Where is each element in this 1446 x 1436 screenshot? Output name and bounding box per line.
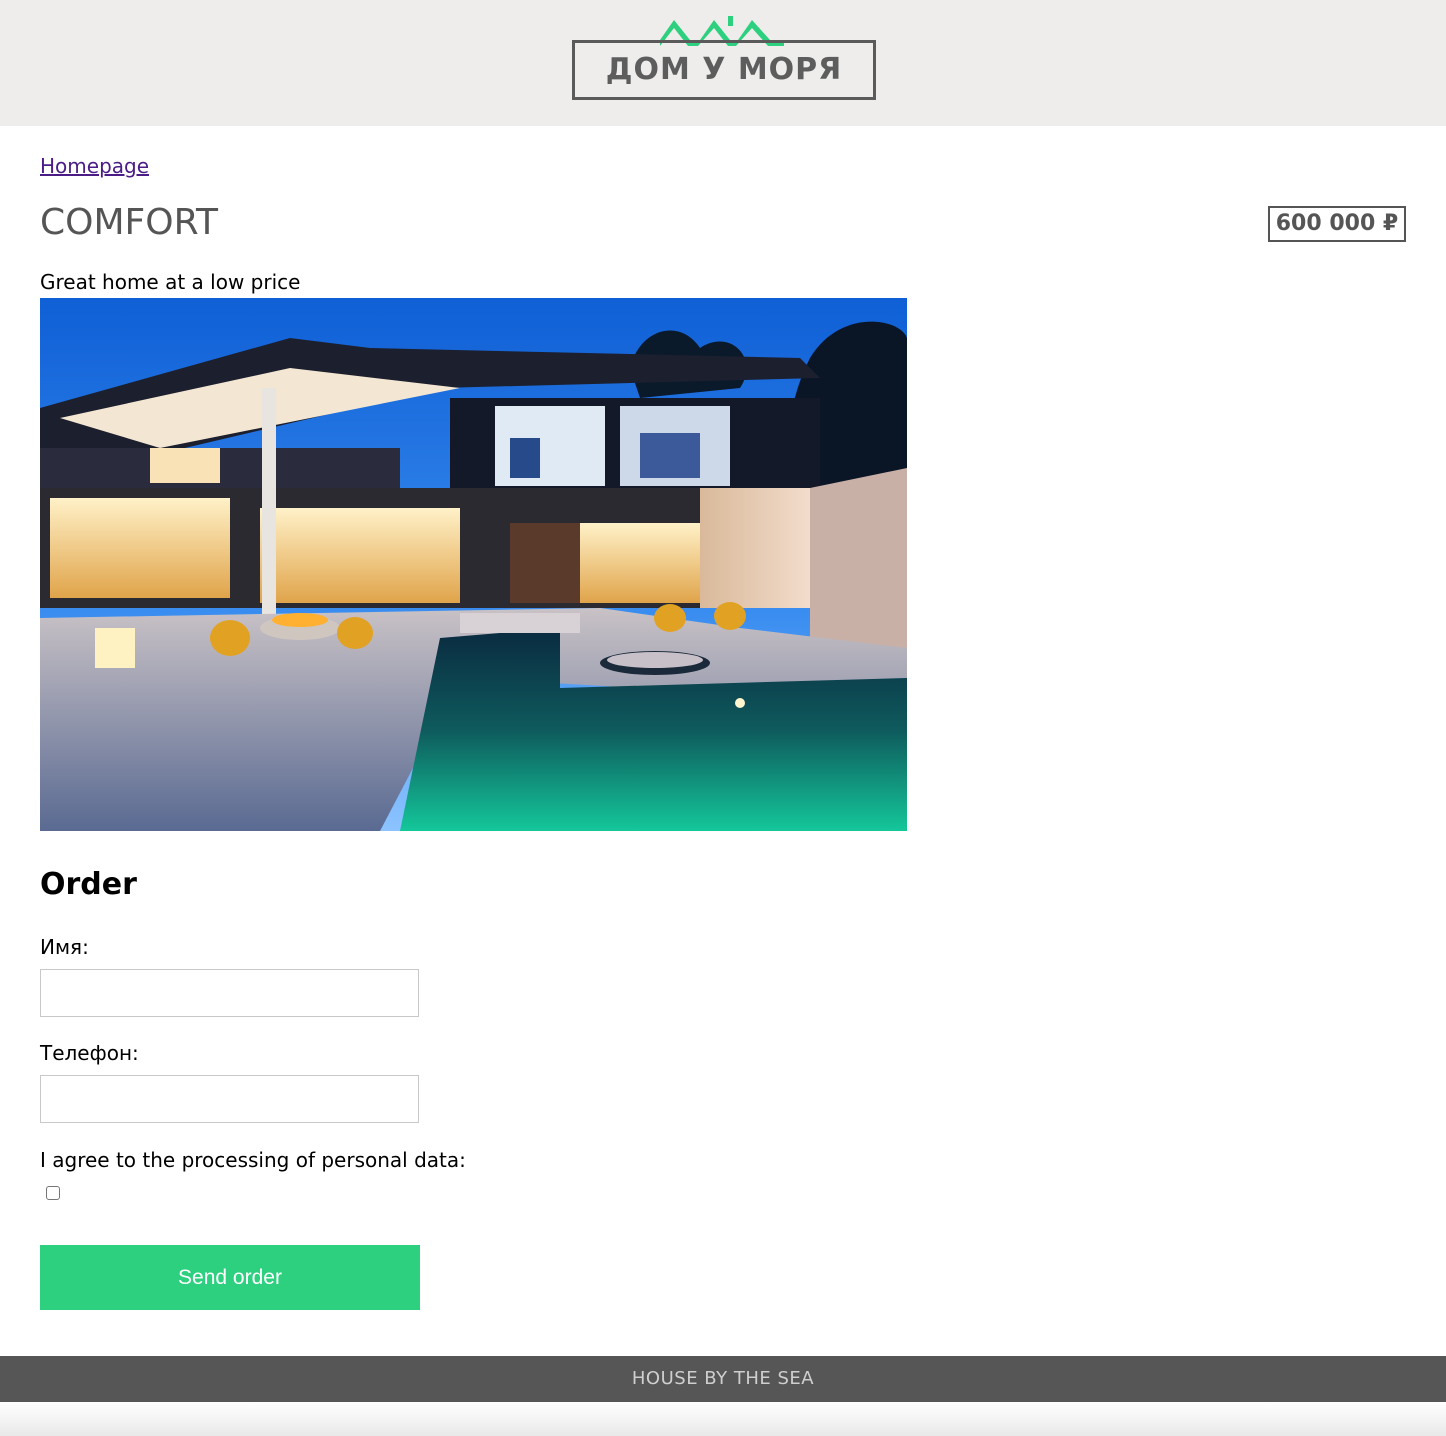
site-header: ДОМ У МОРЯ [0, 0, 1446, 126]
price-badge: 600 000 ₽ [1268, 206, 1406, 242]
consent-label: I agree to the processing of personal da… [40, 1148, 466, 1172]
consent-checkbox[interactable] [46, 1186, 60, 1200]
phone-input[interactable] [40, 1075, 419, 1123]
name-input[interactable] [40, 969, 419, 1017]
page-bottom [0, 1402, 1446, 1436]
page-title: COMFORT [40, 202, 218, 243]
product-description: Great home at a low price [40, 270, 301, 294]
breadcrumb-homepage-link[interactable]: Homepage [40, 152, 149, 180]
order-section-title: Order [40, 867, 137, 902]
house-photo-illustration [40, 298, 907, 831]
modern-house-photo [40, 298, 907, 831]
site-logo[interactable]: ДОМ У МОРЯ [572, 14, 876, 100]
site-footer: HOUSE BY THE SEA [0, 1356, 1446, 1402]
logo-text: ДОМ У МОРЯ [605, 52, 843, 87]
phone-label: Телефон: [40, 1041, 139, 1065]
name-label: Имя: [40, 935, 89, 959]
send-order-button[interactable]: Send order [40, 1245, 420, 1310]
